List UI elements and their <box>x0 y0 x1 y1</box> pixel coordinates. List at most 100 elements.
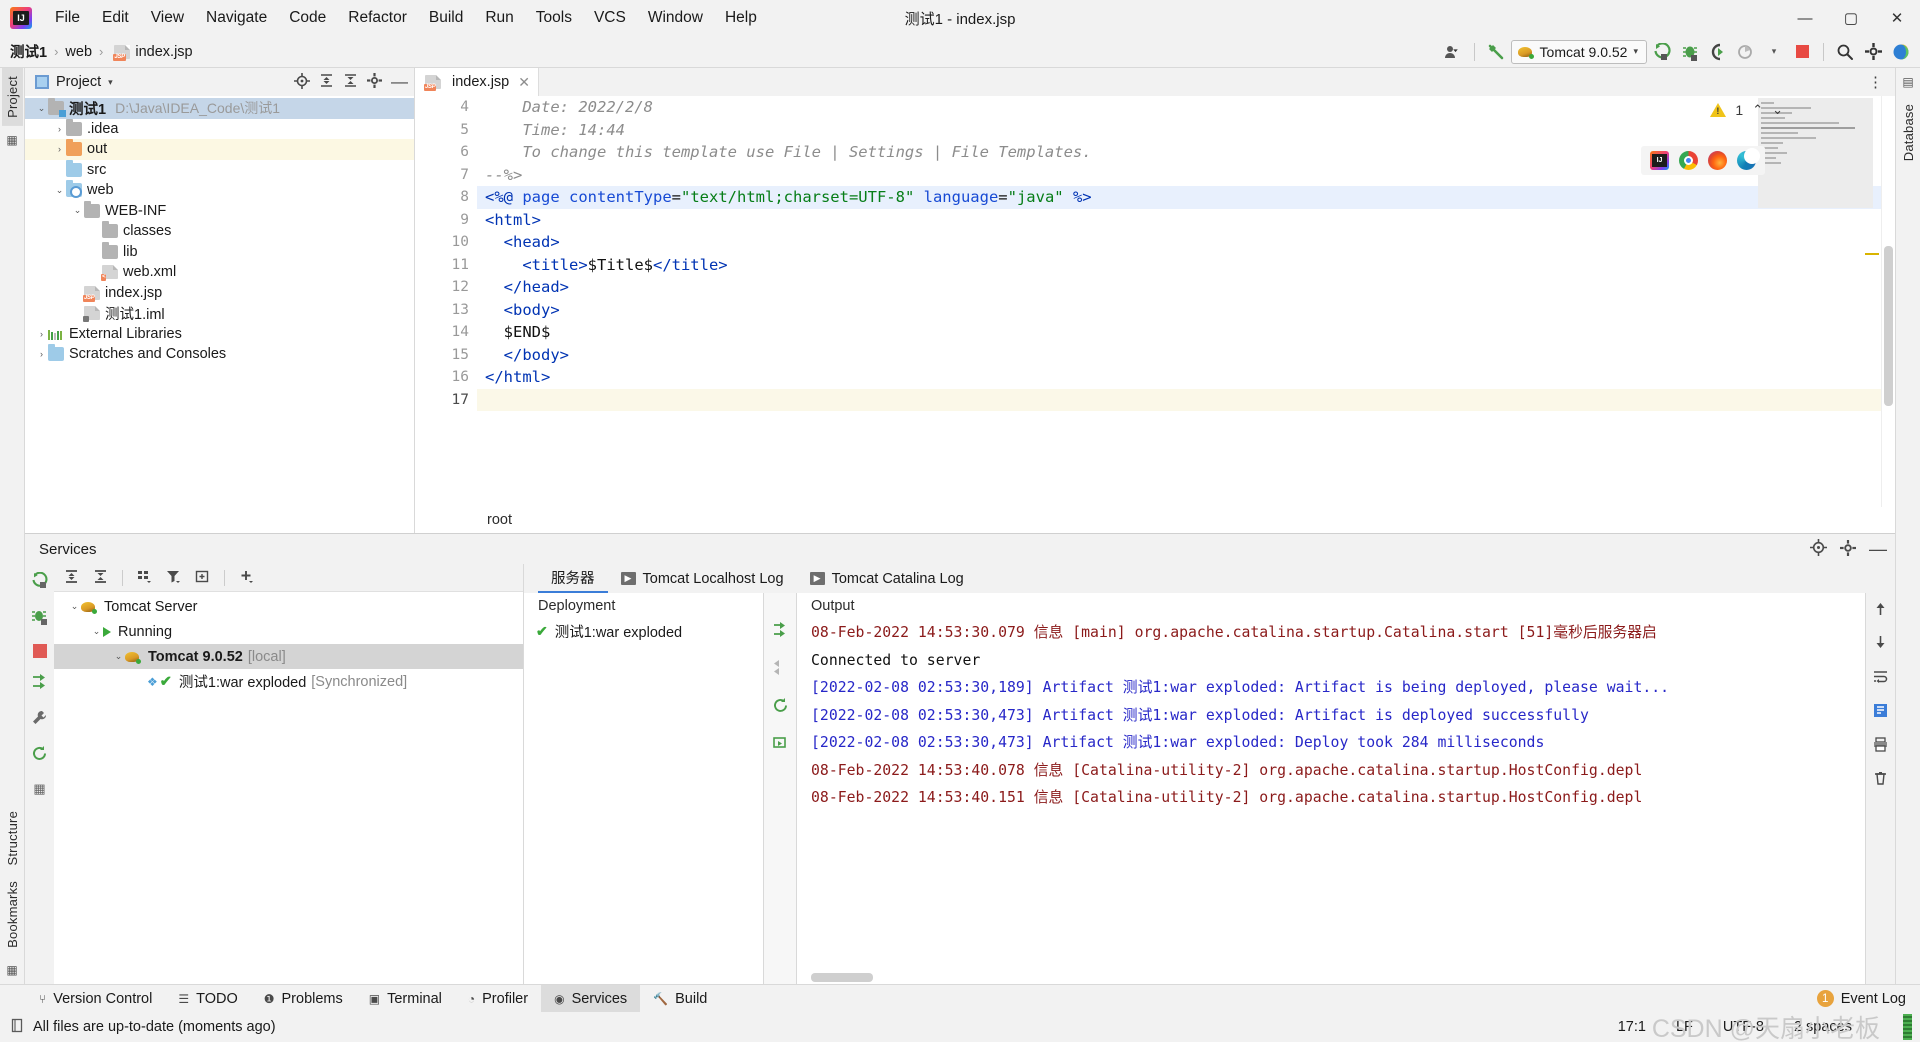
code-line[interactable]: $END$ <box>477 321 1895 344</box>
tool-window-version-control[interactable]: ⑂ Version Control <box>26 985 165 1013</box>
settings-gear-icon[interactable] <box>1840 540 1856 559</box>
chrome-icon[interactable] <box>1679 151 1698 170</box>
chevron-right-icon[interactable]: › <box>53 144 66 154</box>
gutter-line-number[interactable]: 4 <box>415 96 477 119</box>
tree-row[interactable]: › out <box>25 139 414 160</box>
menu-item-edit[interactable]: Edit <box>91 5 140 31</box>
menu-item-tools[interactable]: Tools <box>525 5 583 31</box>
maximize-button[interactable]: ▢ <box>1828 1 1874 35</box>
output-console[interactable]: 08-Feb-2022 14:53:30.079 信息 [main] org.a… <box>797 619 1865 984</box>
chevron-down-icon[interactable]: ⌄ <box>71 205 84 216</box>
next-problem-icon[interactable]: ⌄ <box>1772 102 1783 118</box>
gutter-line-number[interactable]: 8 <box>415 186 477 209</box>
scroll-down-icon[interactable] <box>1873 635 1888 653</box>
services-tree-row[interactable]: ⌄ Tomcat Server <box>54 594 523 619</box>
breadcrumb-item-web[interactable]: web <box>65 44 92 60</box>
minimize-button[interactable]: — <box>1782 1 1828 35</box>
group-icon[interactable] <box>137 569 152 587</box>
menu-item-code[interactable]: Code <box>278 5 337 31</box>
rail-tab-database[interactable]: Database <box>1898 96 1919 169</box>
tool-window-terminal[interactable]: ▣ Terminal <box>356 985 455 1013</box>
menu-item-run[interactable]: Run <box>474 5 524 31</box>
editor-scrollbar[interactable] <box>1881 96 1895 507</box>
chevron-down-icon[interactable]: ⌄ <box>53 185 66 196</box>
editor-tab-index-jsp[interactable]: JSP index.jsp ✕ <box>415 68 539 96</box>
build-hammer-icon[interactable] <box>1483 40 1509 64</box>
edge-icon[interactable] <box>1737 151 1756 170</box>
rail-tab-bookmarks[interactable]: Bookmarks <box>2 873 23 956</box>
expand-all-icon[interactable] <box>319 73 334 91</box>
user-settings-icon[interactable] <box>1440 40 1466 64</box>
services-tree-row[interactable]: ⌄ Tomcat 9.0.52 [local] <box>54 644 523 669</box>
soft-wrap-icon[interactable] <box>1873 669 1888 687</box>
services-tree-row[interactable]: ⌄ Running <box>54 619 523 644</box>
menu-item-window[interactable]: Window <box>637 5 714 31</box>
chevron-right-icon[interactable]: › <box>35 349 48 359</box>
run-coverage-icon[interactable] <box>1705 40 1731 64</box>
editor-options-icon[interactable]: ⋮ <box>1856 73 1895 91</box>
run-icon[interactable] <box>1649 40 1675 64</box>
debug-icon[interactable] <box>31 608 48 629</box>
gutter-line-number[interactable]: 14 <box>415 321 477 344</box>
locate-icon[interactable] <box>294 73 310 92</box>
close-icon[interactable]: ✕ <box>518 74 530 91</box>
tree-row[interactable]: JSP index.jsp <box>25 283 414 304</box>
hide-panel-icon[interactable]: — <box>1869 544 1887 554</box>
run-configuration-selector[interactable]: Tomcat 9.0.52 ▾ <box>1511 40 1647 64</box>
code-line[interactable]: Date: 2022/2/8 <box>477 96 1895 119</box>
menu-item-navigate[interactable]: Navigate <box>195 5 278 31</box>
project-tree[interactable]: ⌄ 测试1 D:\Java\IDEA_Code\测试1 › .idea › out src ⌄ w… <box>25 96 414 533</box>
gutter-line-number[interactable]: 13 <box>415 299 477 322</box>
stop-icon[interactable] <box>33 644 47 658</box>
indent-setting[interactable]: 2 spaces <box>1794 1019 1852 1035</box>
code-line[interactable]: <title>$Title$</title> <box>477 254 1895 277</box>
chevron-down-icon[interactable]: ▾ <box>108 77 113 88</box>
menu-item-file[interactable]: File <box>44 5 91 31</box>
gutter-line-number[interactable]: 12 <box>415 276 477 299</box>
tool-window-profiler[interactable]: ◔ Profiler <box>455 985 541 1013</box>
log-tab-strip[interactable]: 服务器 ▶ Tomcat Localhost Log ▶ Tomcat Catalina… <box>524 564 1895 593</box>
locate-icon[interactable] <box>1810 539 1827 559</box>
scroll-up-icon[interactable] <box>1873 601 1888 619</box>
menu-item-build[interactable]: Build <box>418 5 474 31</box>
settings-gear-icon[interactable] <box>1860 40 1886 64</box>
chevron-right-icon[interactable]: › <box>35 329 48 339</box>
tree-row[interactable]: ⌄ WEB-INF <box>25 201 414 222</box>
gutter-line-number[interactable]: 17 <box>415 389 477 412</box>
chevron-down-icon[interactable]: ⌄ <box>112 651 125 662</box>
undeploy-icon[interactable] <box>772 659 789 679</box>
menu-item-refactor[interactable]: Refactor <box>337 5 418 31</box>
wrench-icon[interactable] <box>31 709 48 730</box>
redeploy-icon[interactable] <box>772 697 789 717</box>
chevron-right-icon[interactable]: › <box>53 124 66 134</box>
code-line[interactable]: <head> <box>477 231 1895 254</box>
debug-icon[interactable] <box>1677 40 1703 64</box>
tree-row[interactable]: › External Libraries <box>25 324 414 345</box>
tree-row[interactable]: › .idea <box>25 119 414 140</box>
search-everywhere-icon[interactable] <box>1832 40 1858 64</box>
print-icon[interactable] <box>1873 737 1888 755</box>
previous-problem-icon[interactable]: ⌃ <box>1752 102 1763 118</box>
gutter-line-number[interactable]: 7 <box>415 164 477 187</box>
collapse-all-icon[interactable] <box>343 73 358 91</box>
gutter-line-number[interactable]: 6 <box>415 141 477 164</box>
gutter-line-number[interactable]: 16 <box>415 366 477 389</box>
output-horizontal-scrollbar[interactable] <box>811 973 873 982</box>
add-tab-icon[interactable] <box>195 569 210 587</box>
deployment-row[interactable]: ✔ 测试1:war exploded <box>524 619 763 643</box>
clear-all-icon[interactable] <box>1873 771 1888 789</box>
tree-row[interactable]: < web.xml <box>25 262 414 283</box>
tool-window-problems[interactable]: ❶ Problems <box>251 985 356 1013</box>
menu-item-view[interactable]: View <box>140 5 195 31</box>
gutter-line-number[interactable]: 15 <box>415 344 477 367</box>
code-line[interactable] <box>477 389 1895 412</box>
stop-icon[interactable] <box>1789 40 1815 64</box>
gutter-line-number[interactable]: 10 <box>415 231 477 254</box>
settings-gear-icon[interactable] <box>367 73 382 91</box>
scroll-end-icon[interactable] <box>1873 703 1888 721</box>
expand-all-icon[interactable] <box>64 569 79 587</box>
event-log-widget[interactable]: 1 Event Log <box>1817 990 1920 1007</box>
chevron-down-icon[interactable]: ⌄ <box>68 601 81 612</box>
log-tab-1[interactable]: ▶ Tomcat Localhost Log <box>608 564 797 593</box>
code-line[interactable]: <%@ page contentType="text/html;charset=… <box>477 186 1895 209</box>
